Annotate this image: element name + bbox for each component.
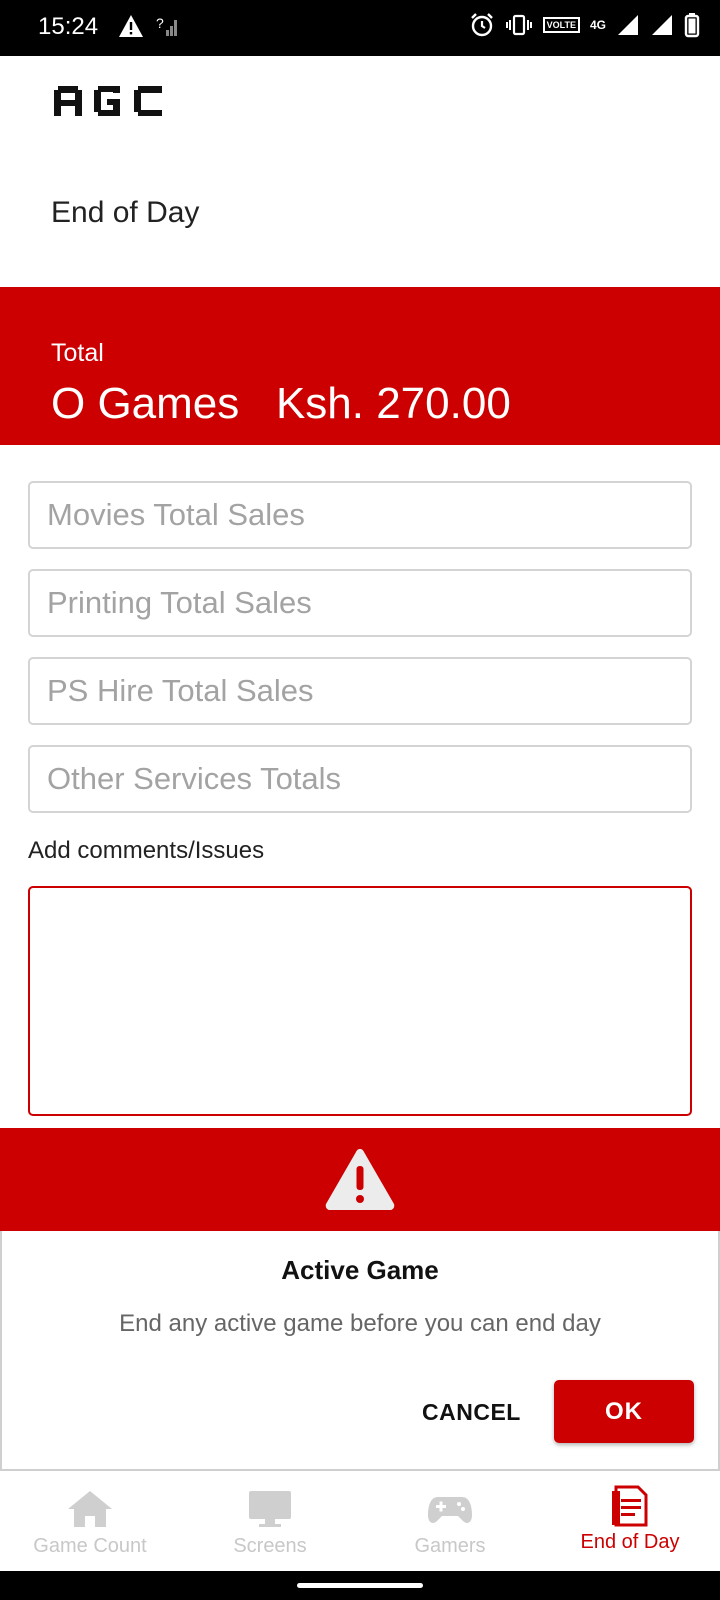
dialog-message: End any active game before you can end d… (119, 1310, 601, 1337)
battery-icon (684, 13, 700, 38)
movies-sales-field[interactable] (28, 481, 692, 549)
gamepad-icon (428, 1497, 472, 1523)
4g-icon: 4G (589, 18, 606, 32)
alarm-icon (470, 13, 493, 37)
dialog-header (0, 1128, 720, 1231)
vibrate-icon (505, 14, 532, 36)
other-services-field[interactable] (28, 745, 692, 813)
document-icon (612, 1485, 648, 1527)
signal-icon (618, 15, 638, 35)
active-game-dialog: Active Game End any active game before y… (0, 1231, 720, 1471)
status-time: 15:24 (38, 13, 99, 40)
page-title: End of Day (51, 196, 200, 229)
printing-sales-input[interactable] (30, 571, 690, 635)
nav-label: Gamers (414, 1535, 486, 1557)
ps-hire-sales-input[interactable] (30, 659, 690, 723)
nav-screens[interactable]: Screens (180, 1471, 360, 1571)
nav-label: Screens (233, 1535, 307, 1557)
nav-label: Game Count (33, 1535, 147, 1557)
printing-sales-field[interactable] (28, 569, 692, 637)
total-label: Total (51, 339, 104, 367)
ok-button[interactable]: OK (554, 1380, 694, 1443)
cancel-button[interactable]: CANCEL (422, 1399, 521, 1426)
other-services-input[interactable] (30, 747, 690, 811)
nav-game-count[interactable]: Game Count (0, 1471, 180, 1571)
movies-sales-input[interactable] (30, 483, 690, 547)
nav-end-of-day[interactable]: End of Day (540, 1471, 720, 1571)
warning-icon (325, 1149, 395, 1210)
total-summary: O Games Ksh. 270.00 (51, 379, 511, 428)
comments-label: Add comments/Issues (28, 837, 265, 864)
nav-label: End of Day (580, 1531, 680, 1553)
system-navigation-bar (0, 1571, 720, 1600)
home-icon (68, 1491, 112, 1527)
svg-text:?: ? (156, 15, 164, 31)
home-gesture-handle[interactable] (297, 1583, 423, 1588)
no-signal-icon: ? (156, 15, 177, 36)
ps-hire-sales-field[interactable] (28, 657, 692, 725)
dialog-title: Active Game (281, 1255, 439, 1285)
nav-gamers[interactable]: Gamers (360, 1471, 540, 1571)
warning-icon (119, 15, 143, 37)
total-banner: Total O Games Ksh. 270.00 (0, 287, 720, 445)
bottom-navigation: Game Count Screens Gamers End of Day (0, 1471, 720, 1571)
signal-icon (652, 15, 672, 35)
monitor-icon (249, 1491, 291, 1527)
app-logo (50, 80, 172, 125)
comments-textarea[interactable] (28, 886, 692, 1116)
volte-icon: VOLTE (542, 17, 580, 33)
status-bar: 15:24 ? VOLTE 4G (0, 0, 720, 56)
